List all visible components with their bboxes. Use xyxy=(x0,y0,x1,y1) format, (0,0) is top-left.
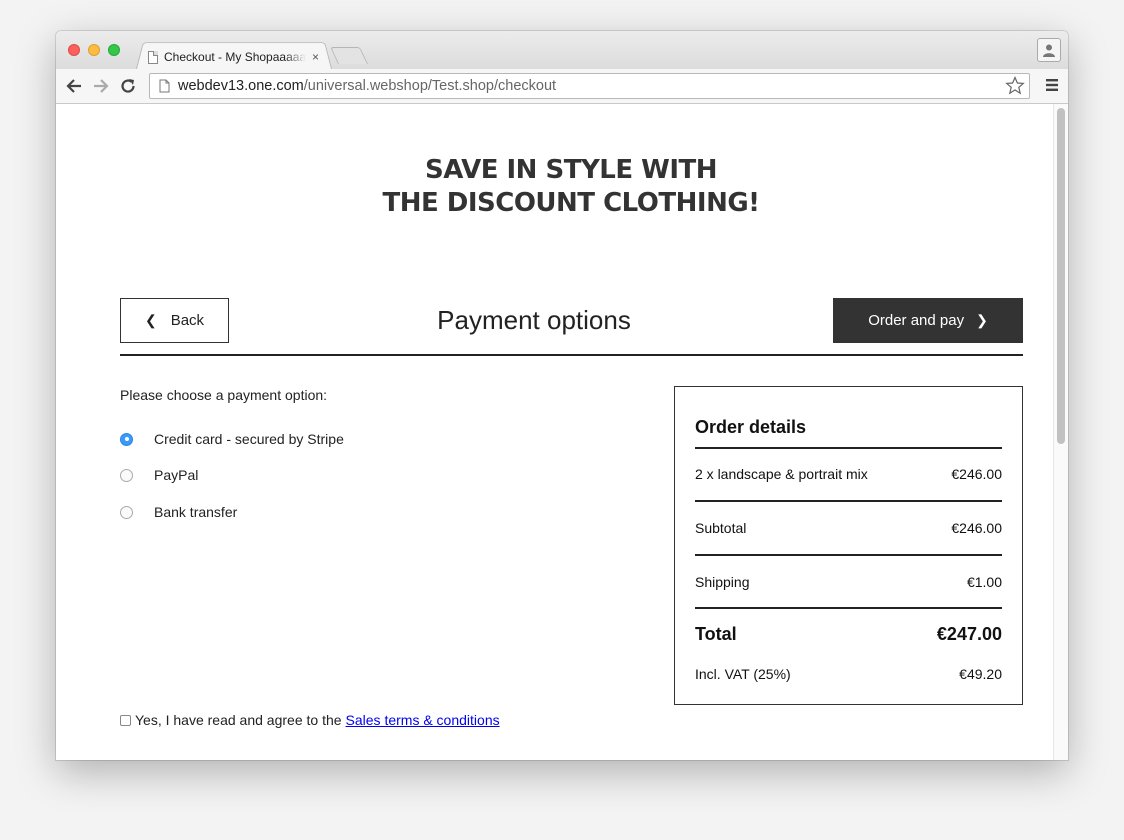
subtotal-value: €246.00 xyxy=(951,520,1002,536)
menu-icon[interactable] xyxy=(1046,78,1058,92)
tab-title: Checkout - My Shopaaaaaaaa xyxy=(164,50,306,64)
reload-button[interactable] xyxy=(118,76,138,96)
chevron-right-icon: ❯ xyxy=(976,312,988,328)
total-row: Total €247.00 xyxy=(695,624,1002,645)
shipping-label: Shipping xyxy=(695,574,750,590)
order-divider xyxy=(695,607,1002,609)
headline-line-1: SAVE IN STYLE WITH xyxy=(424,155,718,185)
payment-option-label: Credit card - secured by Stripe xyxy=(154,431,344,447)
item-label: 2 x landscape & portrait mix xyxy=(695,466,868,482)
subtotal-label: Subtotal xyxy=(695,520,747,536)
section-divider xyxy=(120,354,1023,356)
payment-option-bank-transfer[interactable]: Bank transfer xyxy=(120,504,237,520)
order-divider xyxy=(695,500,1002,502)
arrow-left-icon xyxy=(66,79,81,93)
total-label: Total xyxy=(695,624,737,644)
tab-close-icon[interactable]: × xyxy=(312,50,319,64)
page-title: Payment options xyxy=(437,305,631,335)
order-item-row: 2 x landscape & portrait mix €246.00 xyxy=(695,466,1002,482)
vat-row: Incl. VAT (25%) €49.20 xyxy=(695,666,1002,682)
order-details-title: Order details xyxy=(695,417,807,437)
page-viewport: SAVE IN STYLE WITH THE DISCOUNT CLOTHING… xyxy=(56,104,1068,760)
terms-checkbox[interactable] xyxy=(120,714,131,726)
browser-window: Checkout - My Shopaaaaaaaa × xyxy=(56,31,1068,760)
browser-toolbar: webdev13.one.com/universal.webshop/Test.… xyxy=(56,69,1068,104)
forward-nav-button[interactable] xyxy=(91,76,111,96)
page-icon xyxy=(148,50,158,64)
total-value: €247.00 xyxy=(936,624,1002,644)
order-divider xyxy=(695,554,1002,556)
scrollbar-thumb[interactable] xyxy=(1057,108,1065,444)
order-button-label: Order and pay xyxy=(868,312,965,329)
address-bar[interactable]: webdev13.one.com/universal.webshop/Test.… xyxy=(149,73,1030,99)
order-divider xyxy=(695,447,1002,449)
title-bar: Checkout - My Shopaaaaaaaa × xyxy=(56,31,1068,69)
url-text: webdev13.one.com/universal.webshop/Test.… xyxy=(178,78,556,94)
bookmark-star-icon[interactable] xyxy=(1005,76,1025,96)
back-button-label: Back xyxy=(170,312,205,329)
order-details-panel: Order details 2 x landscape & portrait m… xyxy=(674,386,1023,705)
profile-button[interactable] xyxy=(1037,38,1061,62)
payment-option-label: PayPal xyxy=(154,467,199,483)
vat-value: €49.20 xyxy=(959,666,1002,682)
close-window-button[interactable] xyxy=(68,44,80,56)
vertical-scrollbar[interactable] xyxy=(1053,104,1068,760)
url-path: /universal.webshop/Test.shop/checkout xyxy=(303,78,557,94)
radio-credit-card[interactable] xyxy=(120,432,133,446)
item-price: €246.00 xyxy=(951,466,1002,482)
terms-link[interactable]: Sales terms & conditions xyxy=(346,712,500,728)
maximize-window-button[interactable] xyxy=(108,44,120,56)
reload-icon xyxy=(121,79,135,93)
person-icon xyxy=(1043,44,1055,57)
shop-headline: SAVE IN STYLE WITH THE DISCOUNT CLOTHING… xyxy=(56,154,1068,220)
radio-bank-transfer[interactable] xyxy=(120,505,133,519)
url-host: webdev13.one.com xyxy=(178,78,304,94)
tab-checkout-content[interactable]: Checkout - My Shopaaaaaaaa × xyxy=(148,47,328,67)
payment-option-paypal[interactable]: PayPal xyxy=(120,467,198,483)
payment-option-credit-card[interactable]: Credit card - secured by Stripe xyxy=(120,431,344,447)
subtotal-row: Subtotal €246.00 xyxy=(695,520,1002,536)
arrow-right-icon xyxy=(94,79,109,93)
vat-label: Incl. VAT (25%) xyxy=(695,666,791,682)
order-and-pay-button[interactable]: Order and pay ❯ xyxy=(833,298,1023,343)
minimize-window-button[interactable] xyxy=(88,44,100,56)
new-tab-button[interactable] xyxy=(330,47,368,64)
headline-line-2: THE DISCOUNT CLOTHING! xyxy=(382,188,760,218)
payment-prompt: Please choose a payment option: xyxy=(120,387,328,403)
terms-text: Yes, I have read and agree to the xyxy=(135,712,342,728)
back-button[interactable]: ❮ Back xyxy=(120,298,229,343)
radio-paypal[interactable] xyxy=(120,468,133,482)
shipping-row: Shipping €1.00 xyxy=(695,574,1002,590)
chevron-left-icon: ❮ xyxy=(144,312,157,328)
payment-option-label: Bank transfer xyxy=(154,504,238,520)
terms-agreement: Yes, I have read and agree to the Sales … xyxy=(120,712,500,728)
back-nav-button[interactable] xyxy=(64,76,84,96)
shipping-value: €1.00 xyxy=(966,574,1002,590)
page-icon xyxy=(159,79,170,93)
